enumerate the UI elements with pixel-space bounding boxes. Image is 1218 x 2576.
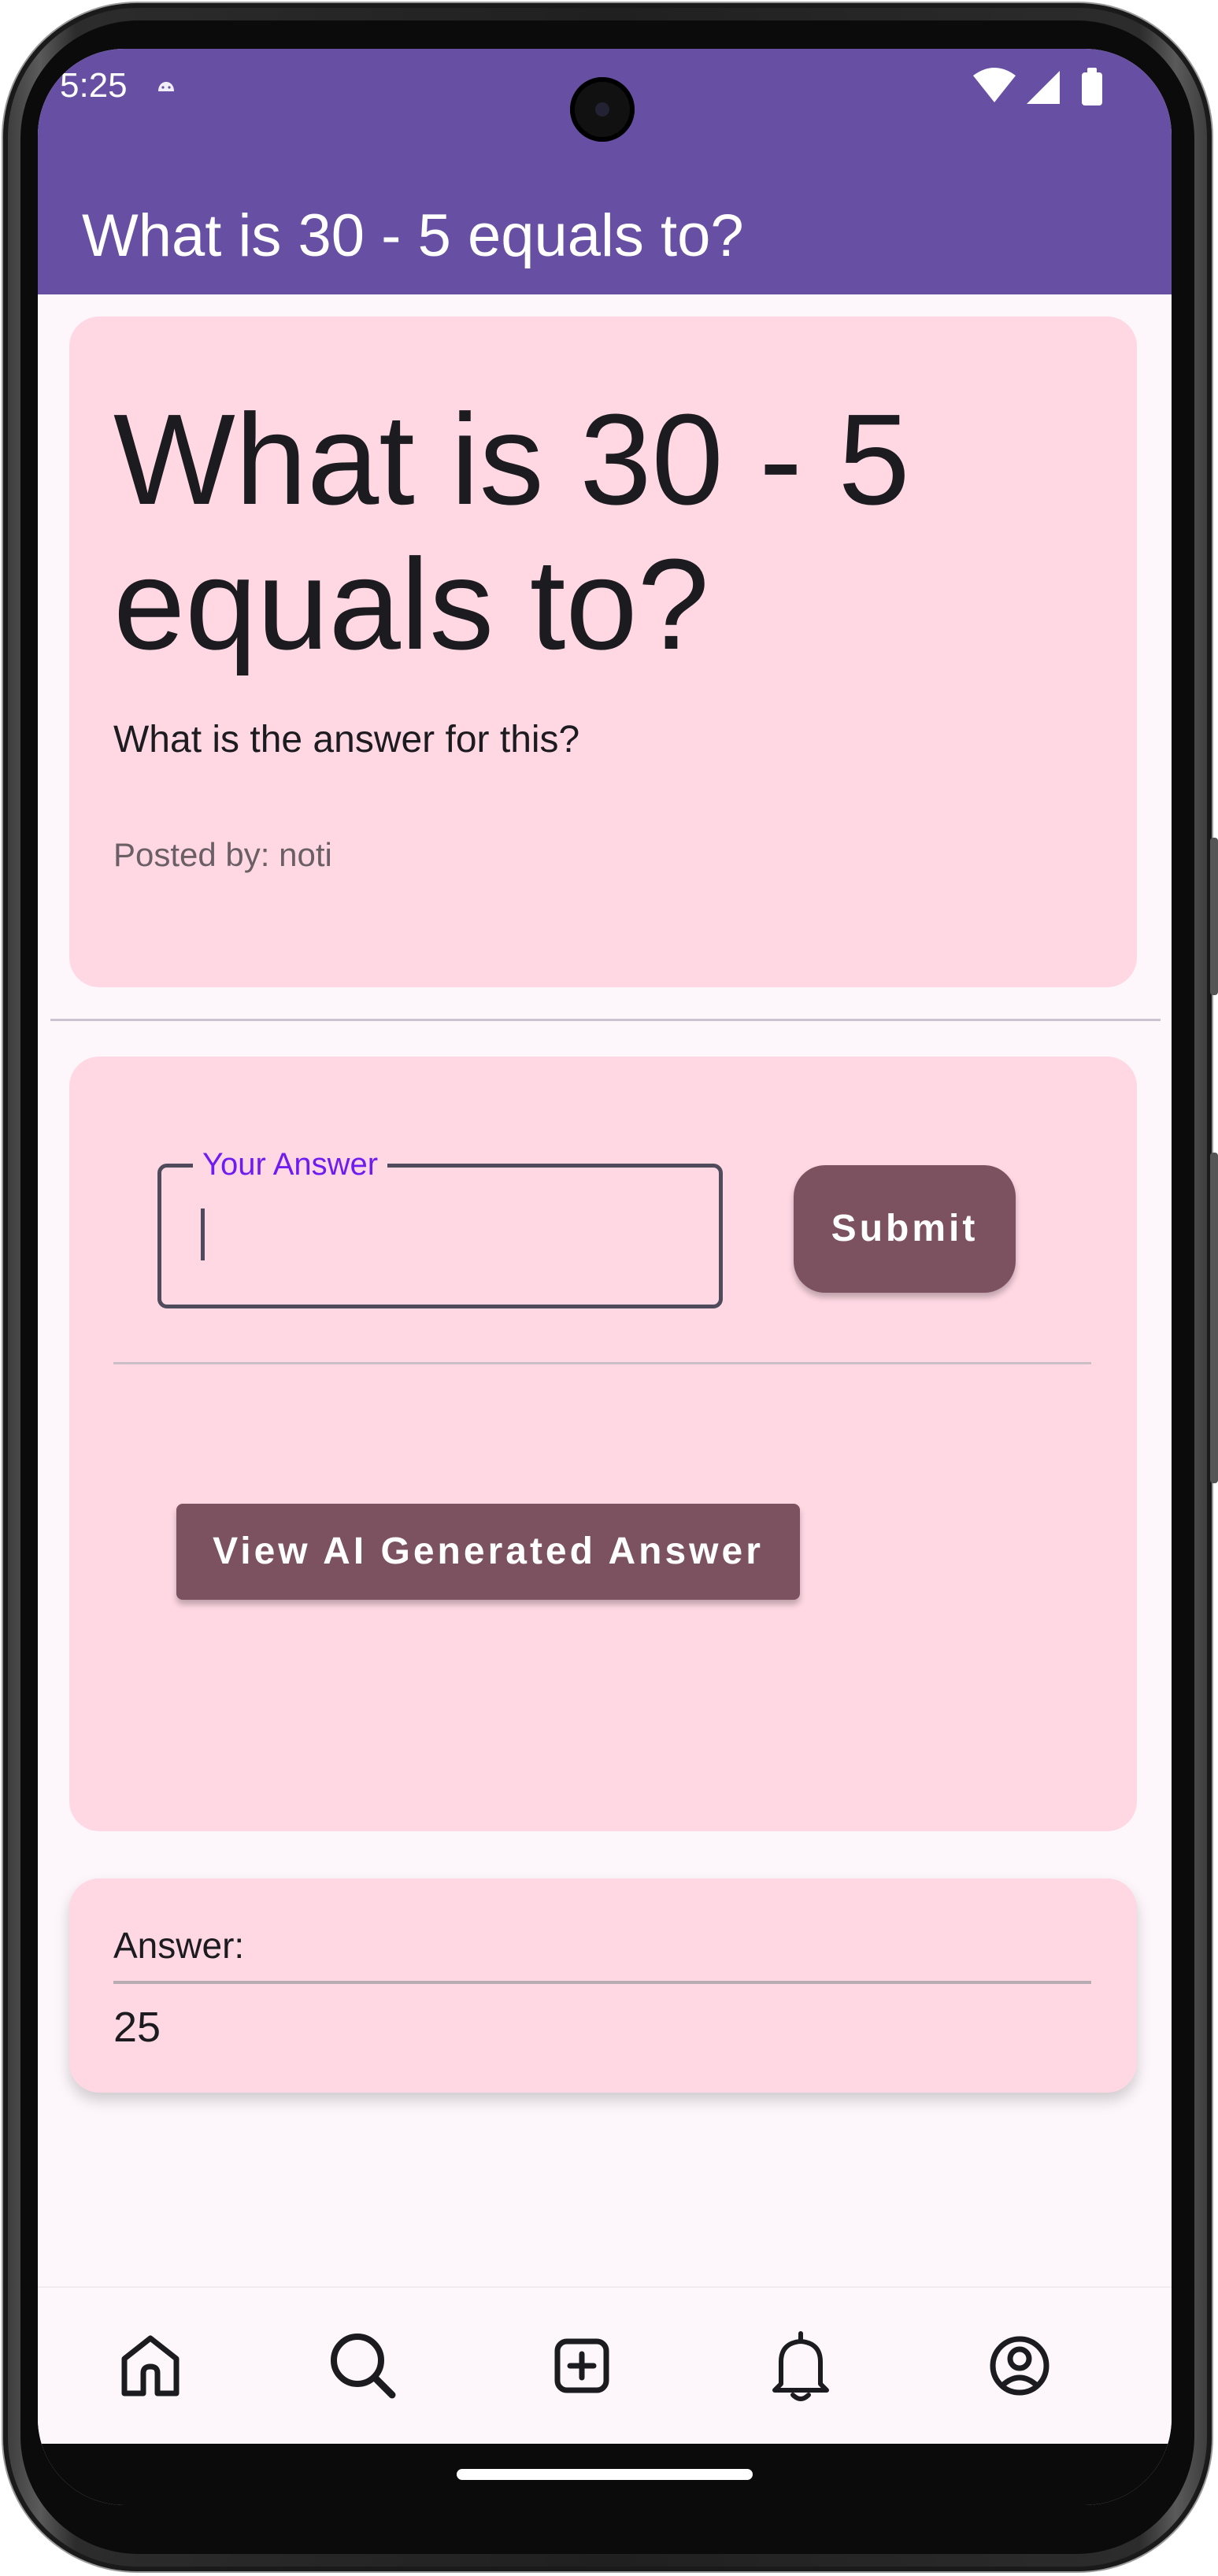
result-value: 25 — [113, 2004, 161, 2051]
wifi-icon — [973, 68, 1016, 102]
nav-search[interactable] — [320, 2322, 406, 2409]
section-divider — [50, 1019, 1161, 1021]
result-card: Answer: 25 — [69, 1878, 1137, 2093]
gesture-area — [38, 2444, 1172, 2505]
text-cursor — [201, 1208, 205, 1260]
submit-button[interactable]: Submit — [794, 1165, 1016, 1293]
question-title: What is 30 - 5 equals to? — [113, 387, 910, 676]
posted-by: Posted by: noti — [113, 836, 332, 873]
front-camera — [570, 77, 635, 142]
notification-icon — [158, 82, 174, 91]
result-divider — [113, 1981, 1091, 1984]
status-bar: 5:25 — [38, 49, 1172, 142]
signal-icon — [1027, 71, 1060, 104]
home-gesture-bar[interactable] — [457, 2469, 753, 2480]
app-bar: 5:25 What is 30 - 5 equals to? — [38, 49, 1172, 294]
nav-add[interactable] — [539, 2322, 625, 2409]
nav-profile[interactable] — [976, 2322, 1063, 2409]
view-ai-answer-button[interactable]: View AI Generated Answer — [176, 1504, 800, 1600]
notifications-icon — [772, 2331, 829, 2401]
answer-card: Your Answer Submit View AI Generated Ans… — [69, 1057, 1137, 1831]
search-icon — [331, 2334, 396, 2399]
nav-notifications[interactable] — [757, 2322, 844, 2409]
nav-home[interactable] — [107, 2322, 194, 2409]
question-body: What is the answer for this? — [113, 719, 580, 761]
answer-divider — [113, 1362, 1091, 1364]
device: 5:25 What is 30 - 5 equals to? What is 3… — [0, 0, 1218, 2576]
bottom-nav — [38, 2286, 1172, 2445]
battery-icon — [1082, 72, 1102, 105]
home-icon — [121, 2335, 180, 2396]
screen: 5:25 What is 30 - 5 equals to? What is 3… — [38, 49, 1172, 2505]
status-icons — [973, 68, 1102, 105]
power-button — [1210, 838, 1218, 995]
question-card: What is 30 - 5 equals to? What is the an… — [69, 316, 1137, 987]
add-icon — [554, 2338, 609, 2393]
answer-input[interactable] — [161, 1168, 719, 1305]
profile-icon — [990, 2336, 1050, 2396]
status-time: 5:25 — [60, 66, 128, 105]
volume-button — [1210, 1153, 1218, 1483]
result-label: Answer: — [113, 1925, 245, 1966]
answer-field[interactable]: Your Answer — [157, 1142, 723, 1308]
app-title: What is 30 - 5 equals to? — [82, 202, 744, 269]
